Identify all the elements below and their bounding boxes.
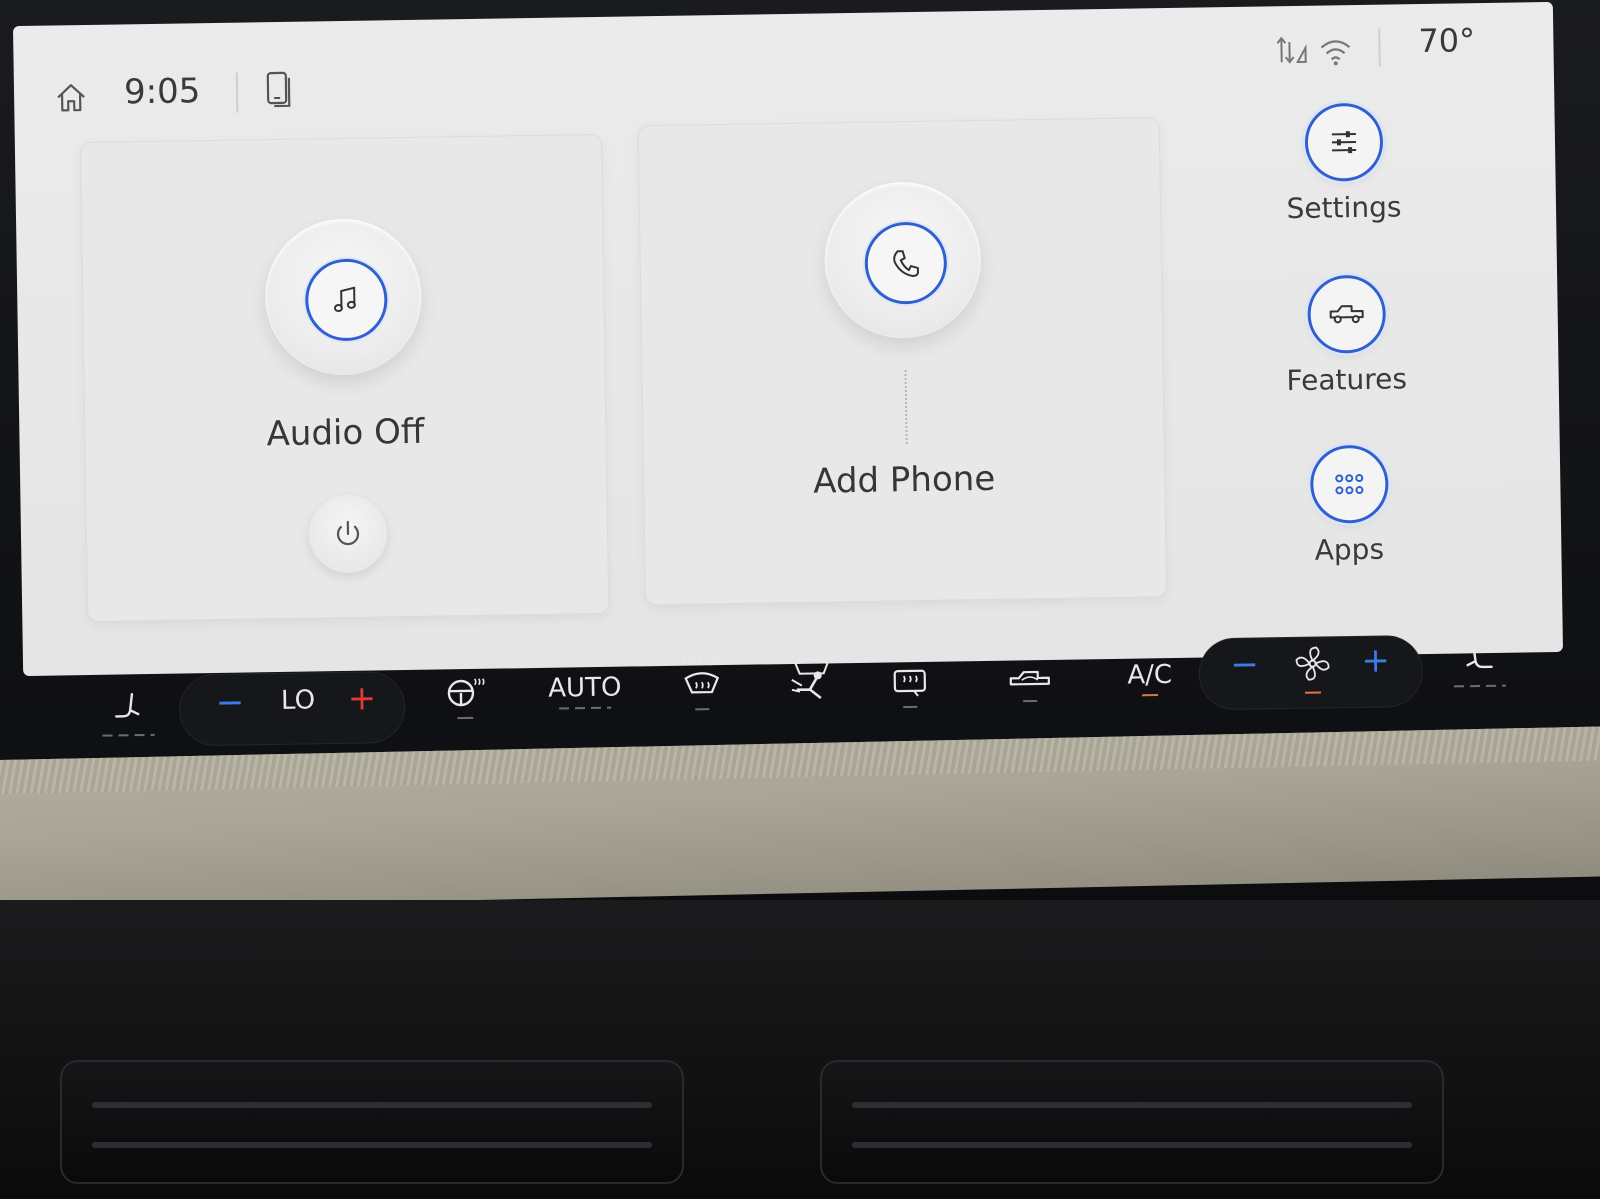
status-divider (235, 72, 239, 113)
settings-button[interactable]: Settings (1242, 102, 1444, 265)
phone-card[interactable]: Add Phone (638, 118, 1167, 605)
driver-temp-value: LO (280, 685, 316, 716)
audio-status-label: Audio Off (266, 411, 425, 455)
truck-icon (1329, 305, 1364, 324)
max-defrost-button[interactable]: MAX (671, 649, 732, 711)
air-vent-right (820, 1060, 1444, 1184)
audio-orb-button[interactable] (264, 217, 423, 377)
home-icon[interactable] (54, 80, 89, 115)
add-phone-label[interactable]: Add Phone (644, 456, 1165, 504)
apps-label: Apps (1314, 532, 1385, 567)
phone-orb-button[interactable] (823, 180, 982, 340)
music-note-icon (333, 286, 356, 313)
recirculation-car-icon (1009, 670, 1050, 686)
status-divider-right (1378, 28, 1381, 67)
airflow-mode-button[interactable] (771, 648, 852, 708)
auto-climate-button[interactable]: AUTO (545, 672, 626, 710)
heated-steering-wheel-button[interactable] (440, 675, 491, 720)
phone-connector-line (904, 370, 908, 445)
fan-icon (1295, 646, 1330, 681)
apps-grid-icon (1335, 474, 1364, 495)
audio-power-button[interactable] (308, 494, 388, 574)
cellular-signal-icon (1276, 36, 1307, 64)
ac-button[interactable]: A/C (1120, 660, 1181, 697)
rear-defrost-icon (893, 669, 927, 697)
passenger-seat-heat-button[interactable] (1449, 641, 1510, 688)
airflow-seat-icon (791, 648, 829, 699)
clock: 9:05 (123, 71, 201, 113)
infotainment-screen: 9:05 70° Audio Off Add Phone Settings Fe… (12, 1, 1564, 677)
max-label: MAX (681, 648, 722, 671)
outside-temperature: 70° (1418, 21, 1476, 61)
driver-temp-plus-button[interactable]: + (342, 678, 383, 719)
recirculation-button[interactable] (1000, 666, 1061, 703)
fan-icon-indicator (1287, 643, 1338, 694)
fan-speed-minus-button[interactable]: − (1224, 644, 1265, 685)
apps-button[interactable]: Apps (1248, 444, 1450, 607)
power-icon (336, 520, 360, 546)
heated-steering-wheel-icon (447, 678, 485, 707)
phone-icon (893, 250, 919, 278)
settings-label: Settings (1286, 190, 1402, 226)
wifi-icon (1320, 40, 1351, 66)
phone-projection-icon[interactable] (264, 70, 299, 111)
front-defrost-icon (684, 672, 720, 694)
driver-seat-heat-button[interactable] (98, 690, 159, 737)
air-vent-left (60, 1060, 684, 1184)
features-label: Features (1286, 362, 1408, 398)
fan-speed-plus-button[interactable]: + (1355, 640, 1396, 681)
seat-icon (115, 692, 140, 718)
audio-card[interactable]: Audio Off (80, 134, 609, 622)
features-button[interactable]: Features (1245, 274, 1447, 437)
passenger-seat-icon (1466, 643, 1493, 669)
driver-temp-minus-button[interactable]: − (210, 682, 251, 723)
sliders-icon (1331, 131, 1357, 154)
rear-defrost-button[interactable] (885, 668, 936, 709)
